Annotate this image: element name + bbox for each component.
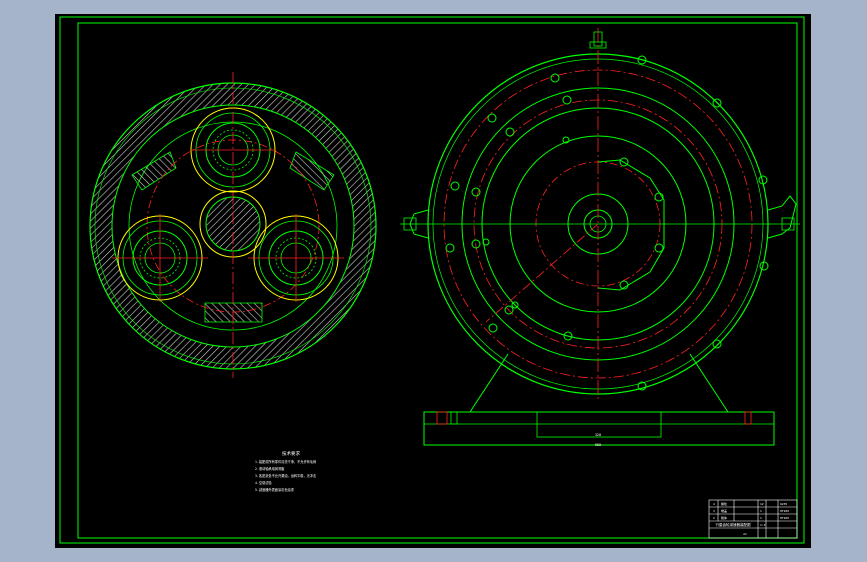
title-row-1-no: 4 — [713, 502, 715, 506]
note-line: 2.滚动轴承用润滑脂 — [255, 466, 285, 471]
note-line: 5.减速器外表面涂灰色油漆 — [255, 487, 295, 492]
title-row-1-name: 螺栓 — [721, 501, 727, 506]
title-row-2-name: 端盖 — [721, 508, 727, 513]
notes-title: 技术要求 — [282, 450, 300, 457]
title-row-2-qty: 1 — [760, 509, 762, 513]
title-row-1-qty: 12 — [760, 502, 764, 506]
drawing-scale: 1:2 — [760, 523, 766, 527]
note-line: 4.空载试验 — [255, 480, 272, 485]
title-row-2-material: HT200 — [780, 509, 789, 513]
title-row-2-no: 3 — [713, 509, 715, 513]
note-line: 1.装配前所有零件清洗干净，不允许有毛刺 — [255, 459, 316, 464]
cad-drawing-canvas: 560 320 技术要求 1.装配前所有零件清洗干净，不允许有毛刺 2.滚动轴承… — [55, 14, 811, 548]
dimension-base-length: 560 — [595, 443, 601, 447]
title-row-3-name: 箱体 — [721, 515, 727, 520]
section-view — [88, 72, 378, 378]
title-row-3-no: 2 — [713, 516, 715, 520]
title-row-1-material: Q235 — [780, 502, 787, 506]
title-row-3-qty: 1 — [760, 516, 762, 520]
drawing-name: 行星齿轮减速器装配图 — [716, 522, 751, 527]
dimension-base-inner: 320 — [595, 433, 601, 437]
note-line: 3.各密封处不允许漏油，运转平稳，无冲击 — [255, 473, 316, 478]
title-row-3-material: HT200 — [780, 516, 789, 520]
drawing-sheet: A1 — [743, 532, 747, 536]
